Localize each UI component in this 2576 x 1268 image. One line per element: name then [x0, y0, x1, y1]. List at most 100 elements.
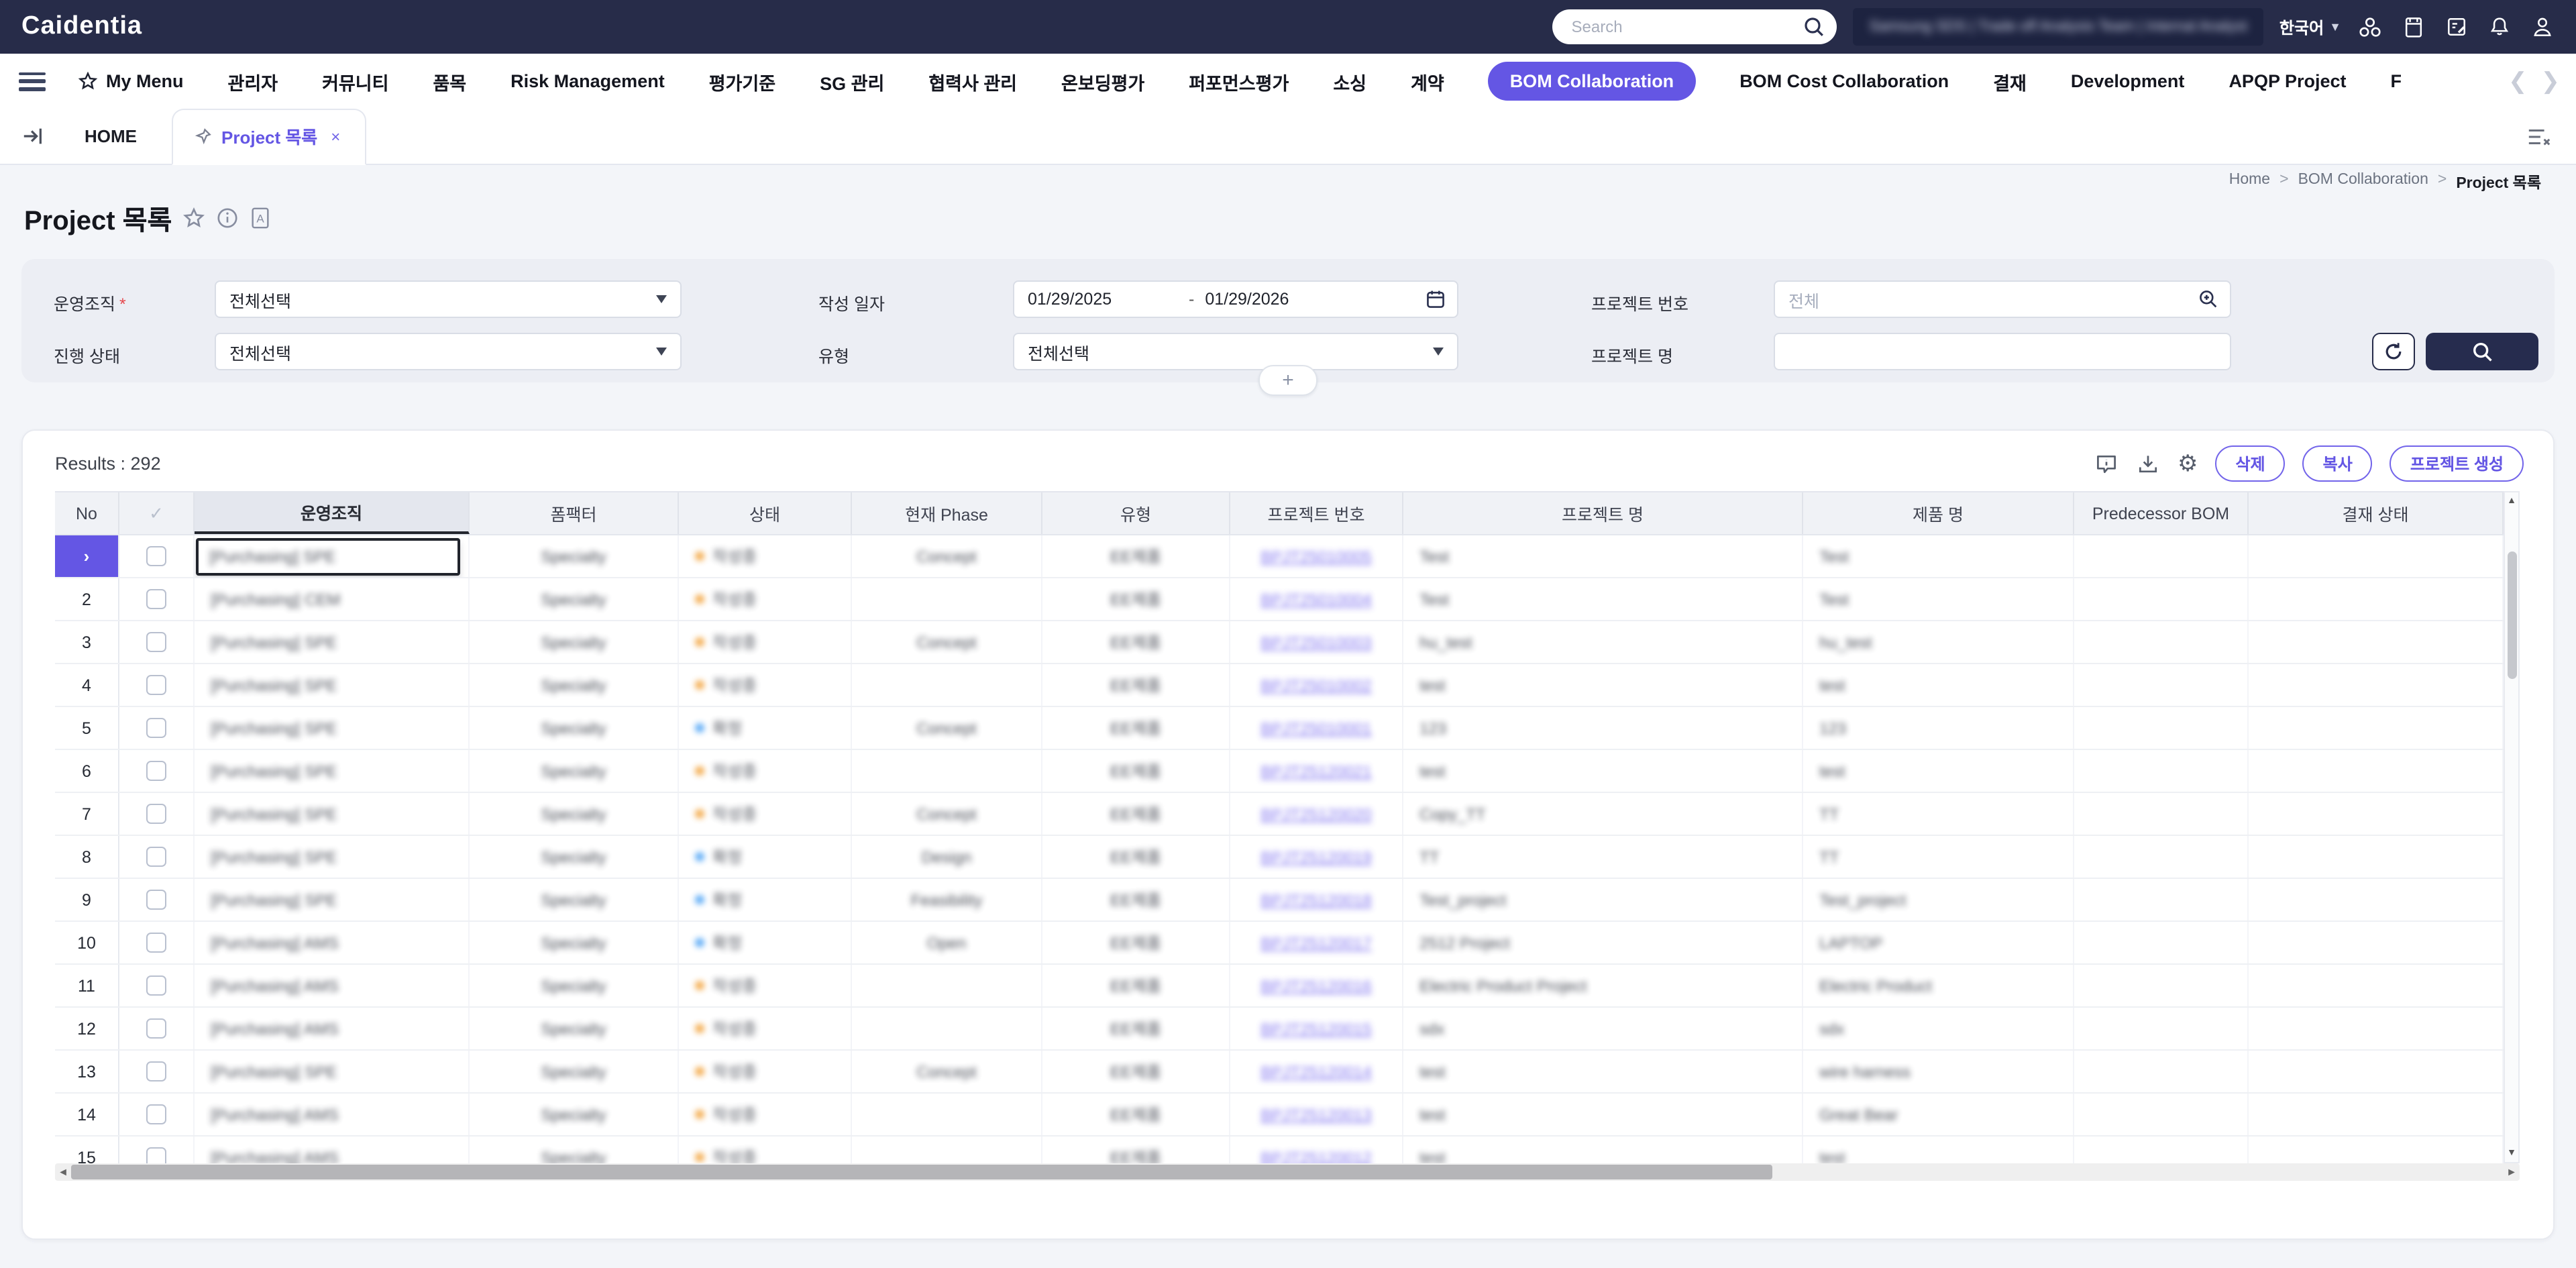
table-row[interactable]: 6[Purchasing] SPESpecialty작성중EE제품BPJT251… — [55, 750, 2520, 793]
cell-phase[interactable] — [852, 750, 1042, 792]
cell-predecessor-bom[interactable] — [2074, 664, 2249, 706]
cell-predecessor-bom[interactable] — [2074, 793, 2249, 835]
cell-type[interactable]: EE제품 — [1042, 922, 1230, 963]
column-header-status[interactable]: 상태 — [679, 492, 852, 534]
cell-status[interactable]: 확정 — [679, 922, 852, 963]
cell-type[interactable]: EE제품 — [1042, 535, 1230, 577]
column-header-name[interactable]: 프로젝트 명 — [1403, 492, 1803, 534]
cell-status[interactable]: 작성중 — [679, 1008, 852, 1049]
row-checkbox[interactable] — [146, 975, 166, 996]
memo-icon[interactable] — [2445, 15, 2469, 39]
cell-project-name[interactable]: Electric Product Project — [1403, 965, 1803, 1006]
nav-item-계약[interactable]: 계약 — [1411, 68, 1444, 95]
cell-predecessor-bom[interactable] — [2074, 707, 2249, 749]
search-icon[interactable] — [1804, 16, 1825, 38]
nav-item-risk-management[interactable]: Risk Management — [511, 71, 665, 91]
cell-project-number[interactable]: BPJT25010003 — [1230, 621, 1403, 663]
cell-type[interactable]: EE제품 — [1042, 879, 1230, 920]
column-header-ff[interactable]: 폼팩터 — [470, 492, 679, 534]
cell-predecessor-bom[interactable] — [2074, 836, 2249, 878]
cell-product-name[interactable]: 123 — [1803, 707, 2074, 749]
tooltip-info-icon[interactable] — [2094, 452, 2118, 476]
nav-item-소싱[interactable]: 소싱 — [1333, 68, 1366, 95]
nav-item-f[interactable]: F — [2391, 71, 2402, 91]
nav-item-bom-collaboration[interactable]: BOM Collaboration — [1489, 62, 1696, 101]
bell-icon[interactable] — [2487, 15, 2512, 39]
cell-project-number[interactable]: BPJT25120017 — [1230, 922, 1403, 963]
cell-phase[interactable]: Concept — [852, 707, 1042, 749]
nav-item-bom-cost-collaboration[interactable]: BOM Cost Collaboration — [1739, 71, 1949, 91]
row-checkbox[interactable] — [146, 1061, 166, 1081]
cell-phase[interactable]: Design — [852, 836, 1042, 878]
cell-predecessor-bom[interactable] — [2074, 578, 2249, 620]
cell-project-number[interactable]: BPJT25120018 — [1230, 879, 1403, 920]
scroll-right-icon[interactable]: ► — [2504, 1166, 2520, 1178]
clipboard-icon[interactable] — [2402, 15, 2426, 39]
cell-org[interactable]: [Purchasing] AMS — [195, 1137, 470, 1163]
cell-type[interactable]: EE제품 — [1042, 1051, 1230, 1092]
project-number-link[interactable]: BPJT25010005 — [1260, 547, 1371, 566]
project-number-link[interactable]: BPJT25120014 — [1260, 1062, 1371, 1081]
document-a-icon[interactable]: A — [250, 207, 271, 229]
cell-form-factor[interactable]: Specialty — [470, 922, 679, 963]
row-checkbox[interactable] — [146, 890, 166, 910]
project-number-link[interactable]: BPJT25120013 — [1260, 1105, 1371, 1124]
cell-approval-status[interactable] — [2249, 707, 2504, 749]
cell-form-factor[interactable]: Specialty — [470, 879, 679, 920]
cell-product-name[interactable]: TT — [1803, 836, 2074, 878]
table-row[interactable]: 12[Purchasing] AMSSpecialty작성중EE제품BPJT25… — [55, 1008, 2520, 1051]
horizontal-scroll-thumb[interactable] — [71, 1165, 1772, 1179]
nav-item-sg-관리[interactable]: SG 관리 — [820, 68, 884, 95]
table-row[interactable]: 10[Purchasing] AMSSpecialty확정OpenEE제품BPJ… — [55, 922, 2520, 965]
row-number[interactable]: 5 — [55, 707, 119, 749]
cell-product-name[interactable]: sdx — [1803, 1008, 2074, 1049]
collapse-tabs-icon[interactable] — [21, 125, 44, 148]
cell-form-factor[interactable]: Specialty — [470, 1008, 679, 1049]
column-header-phase[interactable]: 현재 Phase — [852, 492, 1042, 534]
breadcrumb-home[interactable]: Home — [2229, 172, 2270, 193]
cell-project-name[interactable]: 2512 Project — [1403, 922, 1803, 963]
cell-project-name[interactable]: test — [1403, 664, 1803, 706]
cell-phase[interactable]: Concept — [852, 621, 1042, 663]
cell-project-name[interactable]: hu_test — [1403, 621, 1803, 663]
cell-project-number[interactable]: BPJT25120021 — [1230, 750, 1403, 792]
cell-form-factor[interactable]: Specialty — [470, 836, 679, 878]
row-checkbox[interactable] — [146, 632, 166, 652]
cell-approval-status[interactable] — [2249, 1094, 2504, 1135]
cell-approval-status[interactable] — [2249, 578, 2504, 620]
cell-phase[interactable]: Feasibility — [852, 879, 1042, 920]
table-row[interactable]: 3[Purchasing] SPESpecialty작성중ConceptEE제품… — [55, 621, 2520, 664]
tab-close-icon[interactable]: × — [331, 127, 340, 146]
cell-status[interactable]: 작성중 — [679, 965, 852, 1006]
project-number-link[interactable]: BPJT25120012 — [1260, 1148, 1371, 1163]
cell-product-name[interactable]: Electric Product — [1803, 965, 2074, 1006]
cell-approval-status[interactable] — [2249, 535, 2504, 577]
type-select[interactable]: 전체선택 — [1013, 333, 1458, 370]
column-header-type[interactable]: 유형 — [1042, 492, 1230, 534]
cell-project-name[interactable]: sdx — [1403, 1008, 1803, 1049]
cell-approval-status[interactable] — [2249, 621, 2504, 663]
cell-form-factor[interactable]: Specialty — [470, 1051, 679, 1092]
cell-project-number[interactable]: BPJT25120012 — [1230, 1137, 1403, 1163]
cell-project-name[interactable]: 123 — [1403, 707, 1803, 749]
table-row[interactable]: 8[Purchasing] SPESpecialty확정DesignEE제품BP… — [55, 836, 2520, 879]
row-checkbox[interactable] — [146, 1147, 166, 1163]
row-checkbox[interactable] — [146, 589, 166, 609]
project-number-link[interactable]: BPJT25120019 — [1260, 847, 1371, 866]
reset-button[interactable] — [2372, 333, 2415, 370]
table-row[interactable]: 5[Purchasing] SPESpecialty확정ConceptEE제품B… — [55, 707, 2520, 750]
project-number-link[interactable]: BPJT25120021 — [1260, 761, 1371, 780]
cell-type[interactable]: EE제품 — [1042, 664, 1230, 706]
column-header-no[interactable]: No — [55, 492, 119, 534]
cell-project-number[interactable]: BPJT25120016 — [1230, 965, 1403, 1006]
cell-org[interactable]: [Purchasing] AMS — [195, 1094, 470, 1135]
row-number[interactable]: 12 — [55, 1008, 119, 1049]
delete-button[interactable]: 삭제 — [2215, 445, 2285, 482]
cell-status[interactable]: 작성중 — [679, 664, 852, 706]
language-selector[interactable]: 한국어 ▼ — [2279, 15, 2341, 38]
row-number[interactable]: 15 — [55, 1137, 119, 1163]
cell-project-number[interactable]: BPJT25010005 — [1230, 535, 1403, 577]
cell-product-name[interactable]: LAPTOP — [1803, 922, 2074, 963]
row-checkbox[interactable] — [146, 675, 166, 695]
expand-filters-button[interactable]: + — [1258, 365, 1318, 396]
